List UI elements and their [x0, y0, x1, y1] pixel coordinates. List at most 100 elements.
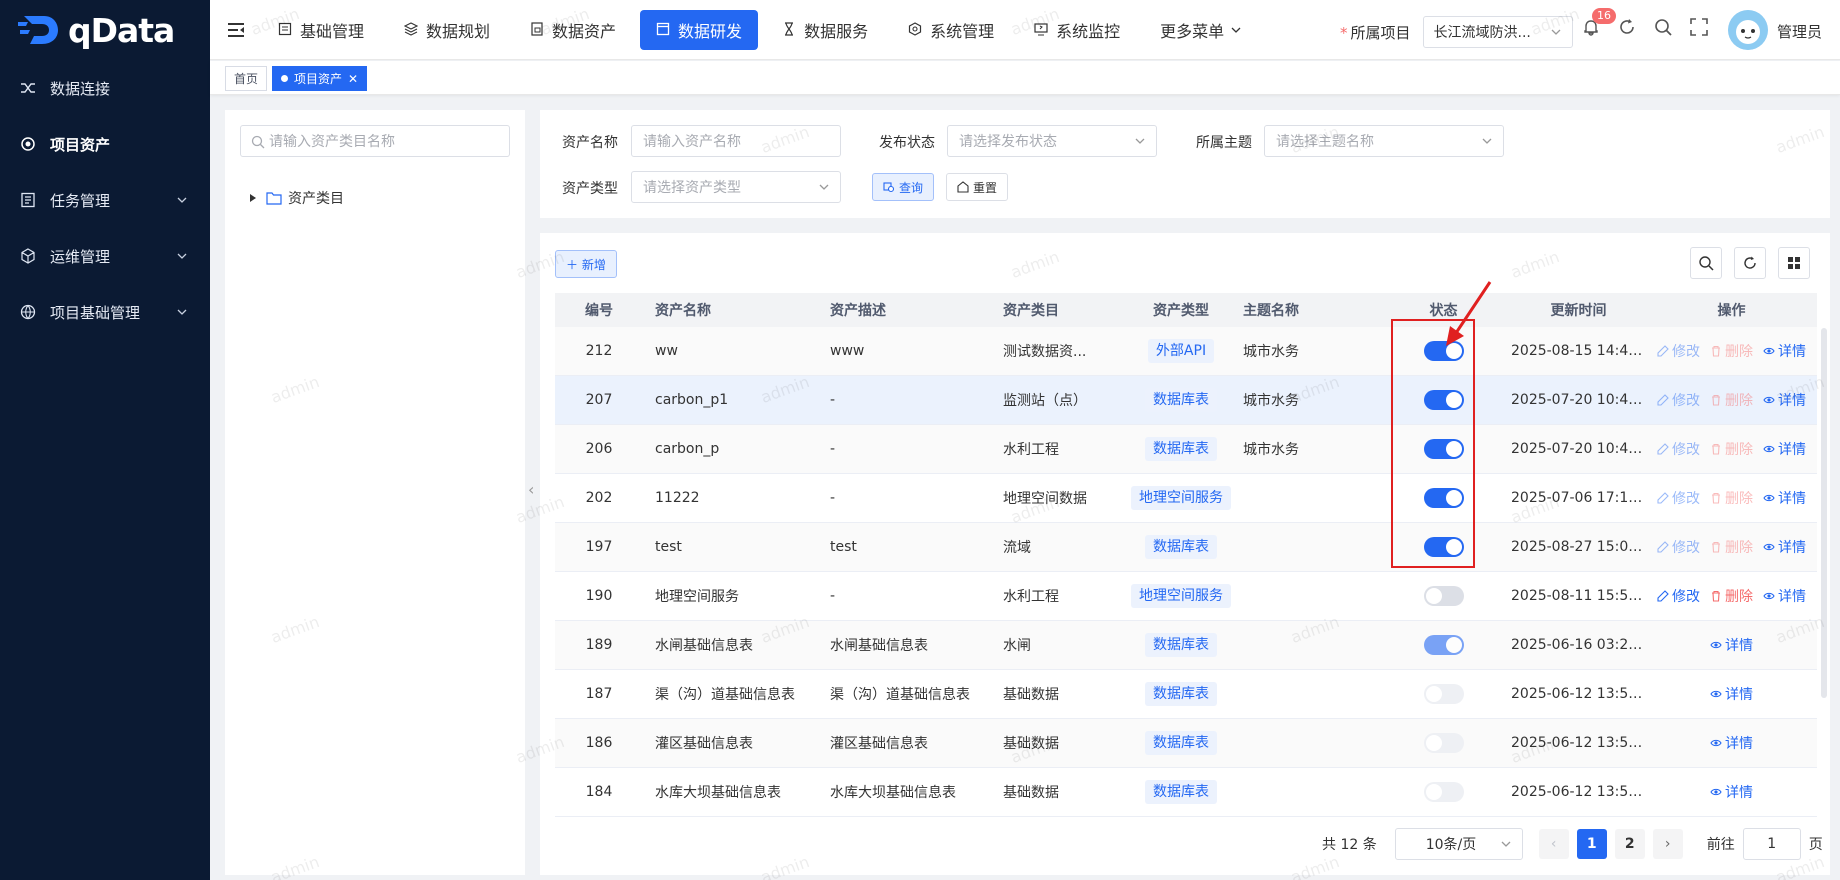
- delete-button[interactable]: 删除: [1710, 439, 1753, 459]
- cell-ops: 详情: [1646, 635, 1817, 655]
- caret-right-icon[interactable]: [250, 194, 256, 202]
- nav-item-5[interactable]: 数据服务: [766, 10, 884, 50]
- edit-button[interactable]: 修改: [1657, 390, 1700, 410]
- tree-search-input[interactable]: 请输入资产类目名称: [240, 125, 510, 157]
- table-row[interactable]: 207 carbon_p1 - 监测站（点） 数据库表 城市水务 2025-07-20 10…: [555, 376, 1817, 425]
- status-toggle[interactable]: [1423, 733, 1464, 753]
- sidebar-item-5[interactable]: 项目基础管理: [0, 284, 210, 340]
- status-toggle[interactable]: [1423, 684, 1464, 704]
- search-icon: [251, 135, 265, 149]
- header-id[interactable]: 编号: [555, 300, 643, 320]
- edit-button[interactable]: 修改: [1657, 586, 1700, 606]
- nav-item-1[interactable]: 基础管理: [262, 10, 380, 50]
- type-tag: 外部API: [1147, 339, 1215, 363]
- table-row[interactable]: 202 11222 - 地理空间数据 地理空间服务 2025-07-06 17:13:42…: [555, 474, 1817, 523]
- view-button[interactable]: 详情: [1763, 439, 1806, 459]
- table-row[interactable]: 206 carbon_p - 水利工程 数据库表 城市水务 2025-07-20 10:46…: [555, 425, 1817, 474]
- cell-category: 基础数据: [1003, 687, 1059, 703]
- view-button[interactable]: 详情: [1710, 635, 1753, 655]
- table-row[interactable]: 186 灌区基础信息表 灌区基础信息表 基础数据 数据库表 2025-06-12 13:5…: [555, 719, 1817, 768]
- table-row[interactable]: 190 地理空间服务 - 水利工程 地理空间服务 2025-08-11 15:50:02 修…: [555, 572, 1817, 621]
- refresh-table-button[interactable]: [1734, 247, 1766, 279]
- page-1-button[interactable]: 1: [1576, 829, 1607, 859]
- table-row[interactable]: 212 ww www 测试数据资... 外部API 城市水务 2025-08-15 14:4…: [555, 327, 1817, 376]
- nav-item-3[interactable]: 数据资产: [514, 10, 632, 50]
- table-row[interactable]: 189 水闸基础信息表 水闸基础信息表 水闸 数据库表 2025-06-16 03:25:…: [555, 621, 1817, 670]
- view-button[interactable]: 详情: [1763, 537, 1806, 557]
- delete-button[interactable]: 删除: [1710, 586, 1753, 606]
- fullscreen-icon[interactable]: [1688, 16, 1710, 38]
- collapse-panel-icon[interactable]: ‹: [528, 480, 534, 499]
- delete-button[interactable]: 删除: [1710, 390, 1753, 410]
- header-type[interactable]: 资产类型: [1131, 300, 1231, 320]
- nav-item-2[interactable]: 数据规划: [388, 10, 506, 50]
- edit-button[interactable]: 修改: [1657, 439, 1700, 459]
- header-time[interactable]: 更新时间: [1501, 300, 1646, 320]
- sidebar-item-3[interactable]: 任务管理: [0, 172, 210, 228]
- view-button[interactable]: 详情: [1763, 488, 1806, 508]
- toggle-search-button[interactable]: [1690, 247, 1722, 279]
- sidebar-item-1[interactable]: 数据连接: [0, 60, 210, 116]
- nav-item-7[interactable]: 系统监控: [1018, 10, 1136, 50]
- table-row[interactable]: 197 test test 流域 数据库表 2025-08-27 15:00:59 修改 删除…: [555, 523, 1817, 572]
- prev-page-button[interactable]: ‹: [1538, 829, 1569, 859]
- delete-button[interactable]: 删除: [1710, 537, 1753, 557]
- view-button[interactable]: 详情: [1763, 586, 1806, 606]
- query-button[interactable]: 查询: [872, 173, 935, 201]
- view-button[interactable]: 详情: [1763, 390, 1806, 410]
- menu-toggle-icon[interactable]: [226, 20, 246, 40]
- page-size-select[interactable]: 10条/页: [1394, 828, 1523, 860]
- theme-select[interactable]: 请选择主题名称: [1264, 125, 1504, 157]
- edit-button[interactable]: 修改: [1657, 537, 1700, 557]
- tab-project-assets[interactable]: 项目资产 ✕: [272, 66, 368, 91]
- publish-status-select[interactable]: 请选择发布状态: [947, 125, 1157, 157]
- tab-home[interactable]: 首页: [225, 66, 268, 91]
- table-scrollbar[interactable]: [1821, 328, 1827, 698]
- status-toggle[interactable]: [1423, 782, 1464, 802]
- cell-id: 189: [585, 637, 613, 653]
- cell-time: 2025-07-20 10:46:45: [1511, 392, 1646, 408]
- view-button[interactable]: 详情: [1763, 341, 1806, 361]
- cell-name: 水库大坝基础信息表: [655, 785, 781, 801]
- columns-button[interactable]: [1778, 247, 1810, 279]
- page-2-button[interactable]: 2: [1614, 829, 1645, 859]
- header-name[interactable]: 资产名称: [643, 300, 818, 320]
- table-row[interactable]: 184 水库大坝基础信息表 水库大坝基础信息表 基础数据 数据库表 2025-06-12 …: [555, 768, 1817, 817]
- nav-item-8[interactable]: 更多菜单: [1144, 10, 1258, 50]
- search-icon[interactable]: [1652, 16, 1674, 38]
- status-toggle[interactable]: [1423, 586, 1464, 606]
- nav-item-6[interactable]: 系统管理: [892, 10, 1010, 50]
- header-theme[interactable]: 主题名称: [1231, 300, 1386, 320]
- edit-button[interactable]: 修改: [1657, 341, 1700, 361]
- top-bar: 基础管理 数据规划 数据资产 数据研发 数据服务 系统管理 系统监控 更多菜单 * 所属项目 长…: [210, 0, 1840, 60]
- delete-button[interactable]: 删除: [1710, 341, 1753, 361]
- view-button[interactable]: 详情: [1710, 684, 1753, 704]
- cell-desc: 水库大坝基础信息表: [830, 785, 956, 801]
- status-toggle[interactable]: [1423, 635, 1464, 655]
- annotation-arrow-icon: [1446, 281, 1492, 346]
- goto-page-input[interactable]: 1: [1742, 828, 1801, 860]
- username[interactable]: 管理员: [1777, 21, 1822, 42]
- cell-category: 测试数据资...: [1003, 344, 1087, 360]
- close-icon[interactable]: ✕: [348, 72, 358, 86]
- sidebar-item-2[interactable]: 项目资产: [0, 116, 210, 172]
- table-row[interactable]: 187 渠（沟）道基础信息表 渠（沟）道基础信息表 基础数据 数据库表 2025-06-1…: [555, 670, 1817, 719]
- avatar[interactable]: [1728, 10, 1768, 50]
- header-category[interactable]: 资产类目: [991, 300, 1131, 320]
- project-select[interactable]: 长江流域防洪...: [1422, 16, 1573, 48]
- sidebar-item-4[interactable]: 运维管理: [0, 228, 210, 284]
- tree-node-root[interactable]: 资产类目: [250, 188, 344, 208]
- view-button[interactable]: 详情: [1710, 733, 1753, 753]
- nav-item-4[interactable]: 数据研发: [640, 10, 759, 50]
- add-button[interactable]: ＋ 新增: [555, 250, 617, 278]
- asset-name-input[interactable]: 请输入资产名称: [631, 125, 841, 157]
- edit-button[interactable]: 修改: [1657, 488, 1700, 508]
- view-button[interactable]: 详情: [1710, 782, 1753, 802]
- asset-type-select[interactable]: 请选择资产类型: [631, 171, 841, 203]
- header-desc[interactable]: 资产描述: [818, 300, 991, 320]
- delete-button[interactable]: 删除: [1710, 488, 1753, 508]
- reset-button[interactable]: 重置: [946, 173, 1009, 201]
- bell-icon[interactable]: 16: [1580, 8, 1616, 38]
- refresh-icon[interactable]: [1616, 16, 1638, 38]
- next-page-button[interactable]: ›: [1652, 829, 1683, 859]
